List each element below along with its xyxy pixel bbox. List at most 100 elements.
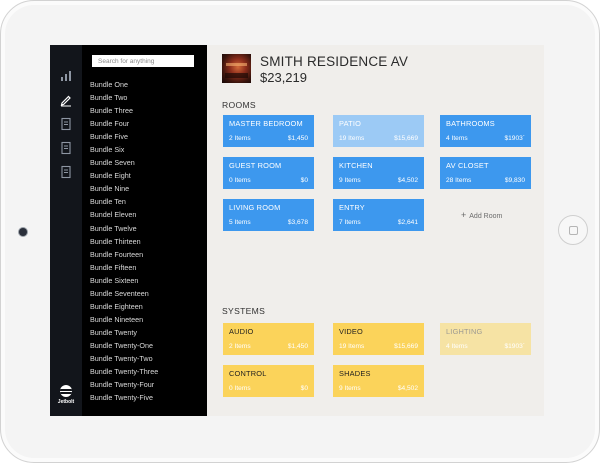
tile-price: $0 <box>300 177 308 184</box>
tablet-frame: Jetbolt Bundle OneBundle TwoBundle Three… <box>0 0 600 463</box>
tile-item-count: 9 Items <box>339 385 361 392</box>
bundle-item[interactable]: Bundle Three <box>90 104 158 117</box>
tile-item-count: 4 Items <box>446 135 468 142</box>
camera-icon <box>19 228 27 236</box>
bundle-item[interactable]: Bundle Two <box>90 91 158 104</box>
bundle-item[interactable]: Bundle Ten <box>90 195 158 208</box>
bundle-item[interactable]: Bundle Twelve <box>90 222 158 235</box>
tile-price: $3,678 <box>287 219 308 226</box>
document-icon[interactable] <box>59 165 73 179</box>
logo-text: Jetbolt <box>57 399 75 405</box>
system-tile[interactable]: LIGHTING 4 Items $1903` <box>440 323 531 355</box>
icon-rail: Jetbolt <box>50 45 82 416</box>
tile-name: BATHROOMS <box>446 119 495 128</box>
jetbolt-logo-icon <box>60 385 72 397</box>
document-icon[interactable] <box>59 117 73 131</box>
tile-name: SHADES <box>339 369 371 378</box>
bundle-sidebar: Bundle OneBundle TwoBundle ThreeBundle F… <box>82 45 207 416</box>
project-thumbnail <box>222 54 251 83</box>
jetbolt-logo: Jetbolt <box>54 385 78 405</box>
tile-name: PATIO <box>339 119 362 128</box>
system-tile[interactable]: SHADES 9 Items $4,502 <box>333 365 424 397</box>
tile-item-count: 0 Items <box>229 385 251 392</box>
main-panel: SMITH RESIDENCE AV $23,219 ROOMS MASTER … <box>207 45 544 416</box>
bundle-item[interactable]: Bundle Nine <box>90 182 158 195</box>
bundle-item[interactable]: Bundle Eight <box>90 169 158 182</box>
system-tile[interactable]: VIDEO 19 Items $15,669 <box>333 323 424 355</box>
tile-name: GUEST ROOM <box>229 161 282 170</box>
bundle-item[interactable]: Bundle Twenty-Five <box>90 391 158 404</box>
bundle-item[interactable]: Bundle Seventeen <box>90 287 158 300</box>
project-name: SMITH RESIDENCE AV <box>260 54 409 69</box>
tile-price: $4,502 <box>397 177 418 184</box>
bundle-item[interactable]: Bundle Seven <box>90 156 158 169</box>
tile-name: AV CLOSET <box>446 161 489 170</box>
tile-price: $2,641 <box>397 219 418 226</box>
systems-heading: SYSTEMS <box>222 306 266 316</box>
bundle-item[interactable]: Bundle Twenty-Four <box>90 378 158 391</box>
tile-name: AUDIO <box>229 327 254 336</box>
room-tile[interactable]: GUEST ROOM 0 Items $0 <box>223 157 314 189</box>
tile-price: $1,450 <box>287 343 308 350</box>
system-tile[interactable]: AUDIO 2 Items $1,450 <box>223 323 314 355</box>
room-tile[interactable]: AV CLOSET 28 Items $9,830 <box>440 157 531 189</box>
search-input[interactable] <box>92 55 194 67</box>
plus-icon: + <box>461 210 467 220</box>
tile-item-count: 2 Items <box>229 343 251 350</box>
bundle-item[interactable]: Bundle Fourteen <box>90 248 158 261</box>
tile-price: $9,830 <box>504 177 525 184</box>
tile-item-count: 9 Items <box>339 177 361 184</box>
bundle-item[interactable]: Bundle Eighteen <box>90 300 158 313</box>
tile-item-count: 28 Items <box>446 177 472 184</box>
home-square-icon <box>569 226 578 235</box>
rooms-heading: ROOMS <box>222 100 256 110</box>
tile-name: MASTER BEDROOM <box>229 119 303 128</box>
bundle-item[interactable]: Bundle Nineteen <box>90 313 158 326</box>
tile-name: LIGHTING <box>446 327 483 336</box>
add-room-label: Add Room <box>469 213 503 220</box>
tile-item-count: 5 Items <box>229 219 251 226</box>
tile-price: $1,450 <box>287 135 308 142</box>
tile-item-count: 4 Items <box>446 343 468 350</box>
tile-name: CONTROL <box>229 369 267 378</box>
home-button[interactable] <box>558 215 588 245</box>
room-tile[interactable]: ENTRY 7 Items $2,641 <box>333 199 424 231</box>
project-total: $23,219 <box>260 70 307 85</box>
tile-price: $0 <box>300 385 308 392</box>
bundle-item[interactable]: Bundle Thirteen <box>90 235 158 248</box>
tile-price: $15,669 <box>394 135 418 142</box>
room-tile[interactable]: KITCHEN 9 Items $4,502 <box>333 157 424 189</box>
bundle-item[interactable]: Bundle Four <box>90 117 158 130</box>
tile-name: ENTRY <box>339 203 365 212</box>
tile-item-count: 7 Items <box>339 219 361 226</box>
tile-item-count: 0 Items <box>229 177 251 184</box>
bundle-item[interactable]: Bundle Twenty <box>90 326 158 339</box>
bundle-item[interactable]: Bundle One <box>90 78 158 91</box>
tile-name: VIDEO <box>339 327 363 336</box>
tile-item-count: 19 Items <box>339 343 365 350</box>
bundle-item[interactable]: Bundle Sixteen <box>90 274 158 287</box>
room-tile[interactable]: MASTER BEDROOM 2 Items $1,450 <box>223 115 314 147</box>
room-tile[interactable]: LIVING ROOM 5 Items $3,678 <box>223 199 314 231</box>
bundle-item[interactable]: Bundle Six <box>90 143 158 156</box>
room-tile[interactable]: PATIO 19 Items $15,669 <box>333 115 424 147</box>
bar-chart-icon[interactable] <box>59 69 73 83</box>
add-room-button[interactable]: + Add Room <box>461 210 502 220</box>
document-icon[interactable] <box>59 141 73 155</box>
tile-price: $1903` <box>504 135 525 142</box>
tile-item-count: 2 Items <box>229 135 251 142</box>
bundle-item[interactable]: Bundel Eleven <box>90 208 158 221</box>
pencil-icon[interactable] <box>59 93 73 107</box>
bundle-item[interactable]: Bundle Twenty-One <box>90 339 158 352</box>
bundle-item[interactable]: Bundle Five <box>90 130 158 143</box>
bundle-item[interactable]: Bundle Fifteen <box>90 261 158 274</box>
system-tile[interactable]: CONTROL 0 Items $0 <box>223 365 314 397</box>
tile-item-count: 19 Items <box>339 135 365 142</box>
tile-price: $1903` <box>504 343 525 350</box>
app-screen: Jetbolt Bundle OneBundle TwoBundle Three… <box>50 45 544 416</box>
room-tile[interactable]: BATHROOMS 4 Items $1903` <box>440 115 531 147</box>
tile-price: $15,669 <box>394 343 418 350</box>
tile-name: KITCHEN <box>339 161 373 170</box>
bundle-item[interactable]: Bundle Twenty-Three <box>90 365 158 378</box>
bundle-item[interactable]: Bundle Twenty-Two <box>90 352 158 365</box>
